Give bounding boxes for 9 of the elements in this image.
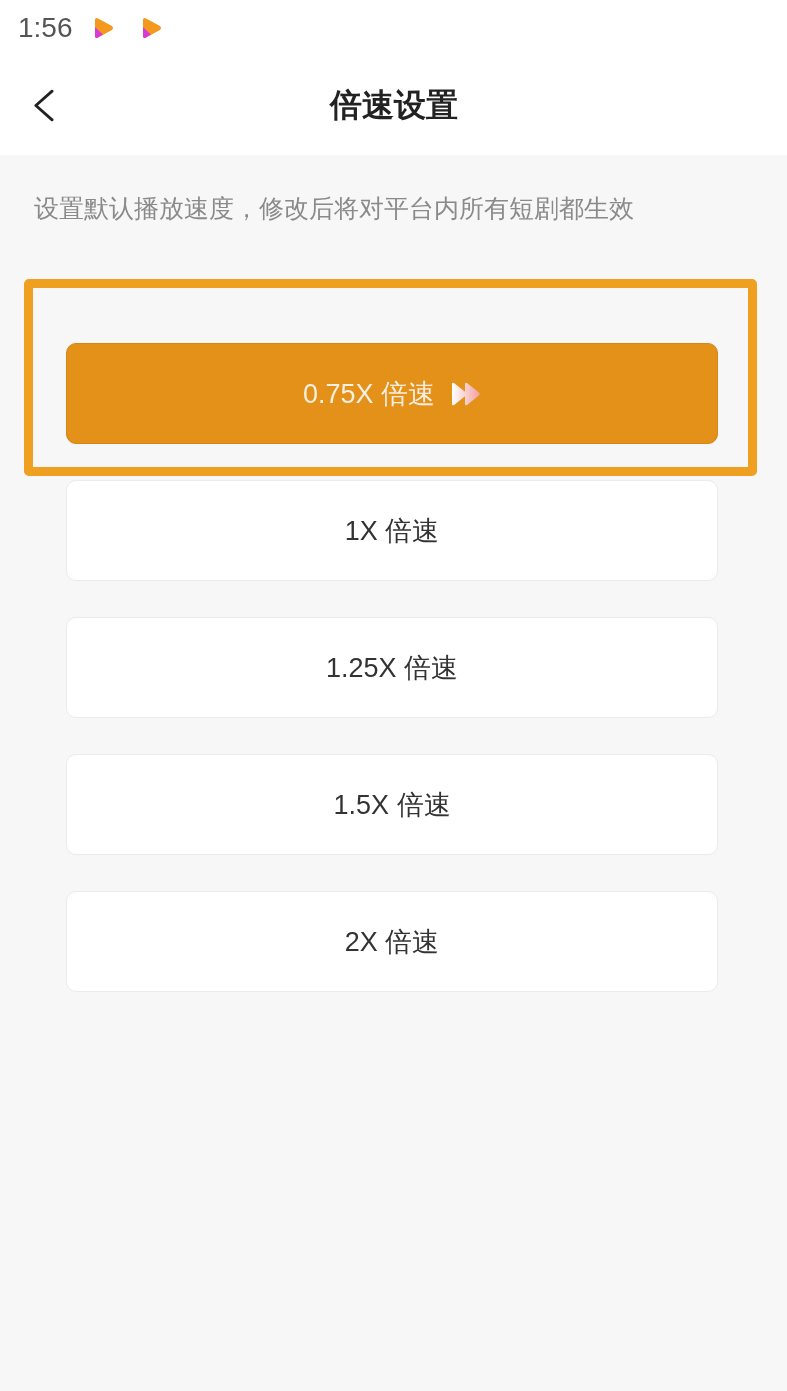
status-time: 1:56: [18, 12, 73, 44]
back-icon[interactable]: [33, 89, 54, 122]
speed-option[interactable]: 1.25X 倍速: [66, 617, 718, 718]
description-text: 设置默认播放速度，修改后将对平台内所有短剧都生效: [34, 193, 635, 224]
fast-forward-icon: [451, 381, 482, 406]
speed-option[interactable]: 1.5X 倍速: [66, 754, 718, 855]
page-title: 倍速设置: [329, 85, 458, 125]
speed-option[interactable]: 2X 倍速: [66, 891, 718, 992]
speed-option[interactable]: 1X 倍速: [66, 480, 718, 581]
